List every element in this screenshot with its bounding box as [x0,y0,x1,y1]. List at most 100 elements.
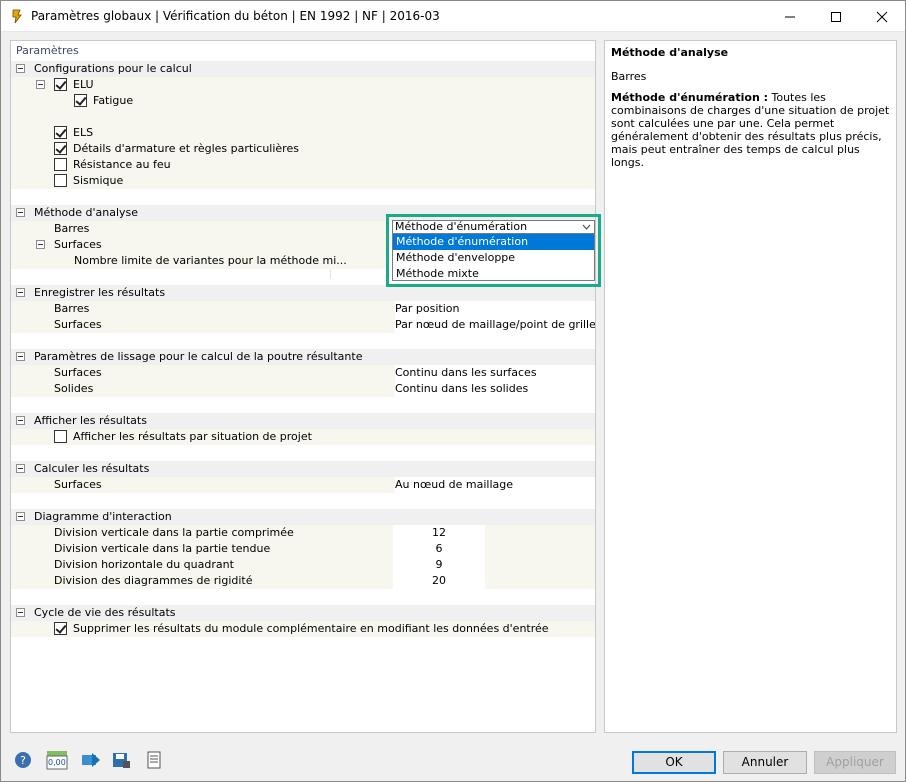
els-checkbox[interactable] [54,126,67,139]
sismique-checkbox[interactable] [54,174,67,187]
div1-value[interactable]: 12 [393,525,485,541]
cancel-button[interactable]: Annuler [723,751,807,774]
group-label: Configurations pour le calcul [34,62,192,75]
info-description: Méthode d'énumération : Toutes les combi… [611,91,890,169]
calc-surf-value[interactable]: Au nœud de maillage [395,477,595,493]
row-nombre[interactable]: Nombre limite de variantes pour la métho… [11,253,386,269]
import-button[interactable] [79,749,103,771]
info-subtitle: Barres [611,70,647,83]
afficher-label: Afficher les résultats par situation de … [73,430,312,443]
group-label: Méthode d'analyse [34,206,139,219]
row-liss-solides[interactable]: Solides Continu dans les solides [11,381,595,397]
maximize-icon [831,11,841,22]
fatigue-checkbox[interactable] [74,94,87,107]
save-icon [113,753,130,768]
row-fatigue[interactable]: Fatigue [11,93,595,109]
row-barres[interactable]: Barres [11,221,386,237]
nombre-label: Nombre limite de variantes pour la métho… [74,254,347,267]
group-label: Afficher les résultats [34,414,147,427]
collapse-icon[interactable] [16,352,25,361]
report-button[interactable] [143,749,167,771]
dialog-window: Paramètres globaux | Vérification du bét… [0,0,906,782]
row-spacer [11,109,595,125]
group-enregistrer[interactable]: Enregistrer les résultats [11,285,595,301]
parameters-panel: Paramètres Configurations pour le calcul… [10,40,596,733]
row-feu[interactable]: Résistance au feu [11,157,595,173]
title-bar[interactable]: Paramètres globaux | Vérification du bét… [1,1,905,32]
window-title: Paramètres globaux | Vérification du bét… [31,9,440,23]
group-calculer[interactable]: Calculer les résultats [11,461,595,477]
help-button[interactable]: ? [11,749,35,771]
liss-surf-value[interactable]: Continu dans les surfaces [395,365,595,381]
afficher-checkbox[interactable] [54,430,67,443]
close-icon [876,11,888,22]
save-button[interactable] [109,749,133,771]
div3-label: Division horizontale du quadrant [54,558,234,571]
details-checkbox[interactable] [54,142,67,155]
minimize-button[interactable] [767,1,813,32]
row-liss-surfaces[interactable]: Surfaces Continu dans les surfaces [11,365,595,381]
close-button[interactable] [859,1,905,32]
fatigue-label: Fatigue [93,94,134,107]
apply-button[interactable]: Appliquer [814,751,896,774]
enreg-barres-label: Barres [54,302,90,315]
feu-checkbox[interactable] [54,158,67,171]
collapse-icon[interactable] [16,288,25,297]
group-configurations[interactable]: Configurations pour le calcul [11,61,595,77]
row-els[interactable]: ELS [11,125,595,141]
div4-label: Division des diagrammes de rigidité [54,574,253,587]
row-surfaces[interactable]: Surfaces [11,237,386,253]
div2-value[interactable]: 6 [393,541,485,557]
ok-button[interactable]: OK [632,751,716,774]
row-calc-surfaces[interactable]: Surfaces Au nœud de maillage [11,477,595,493]
div2-label: Division verticale dans la partie tendue [54,542,271,555]
info-title: Méthode d'analyse [611,46,729,59]
div4-value[interactable]: 20 [393,573,485,589]
maximize-button[interactable] [813,1,859,32]
cycle-label: Supprimer les résultats du module complé… [73,622,549,635]
liss-sol-label: Solides [54,382,94,395]
row-cycle-cb[interactable]: Supprimer les résultats du module complé… [11,621,595,637]
enreg-barres-value[interactable]: Par position [395,301,595,317]
calc-surf-label: Surfaces [54,478,102,491]
row-div1[interactable]: Division verticale dans la partie compri… [11,525,595,541]
row-sismique[interactable]: Sismique [11,173,595,189]
panel-header: Paramètres [16,44,79,57]
row-enreg-barres[interactable]: Barres Par position [11,301,595,317]
collapse-icon[interactable] [36,80,45,89]
div3-value[interactable]: 9 [393,557,485,573]
import-icon [82,753,100,767]
div1-label: Division verticale dans la partie compri… [54,526,294,539]
collapse-icon[interactable] [16,608,25,617]
svg-text:?: ? [20,754,26,767]
units-value: 0,00 [48,758,66,767]
row-details[interactable]: Détails d'armature et règles particulièr… [11,141,595,157]
els-label: ELS [73,126,94,139]
group-cycle[interactable]: Cycle de vie des résultats [11,605,595,621]
enreg-surf-value[interactable]: Par nœud de maillage/point de grille [395,317,595,333]
collapse-icon[interactable] [16,464,25,473]
collapse-icon[interactable] [16,64,25,73]
row-div4[interactable]: Division des diagrammes de rigidité 20 [11,573,595,589]
liss-sol-value[interactable]: Continu dans les solides [395,381,595,397]
group-diagramme[interactable]: Diagramme d'interaction [11,509,595,525]
group-afficher[interactable]: Afficher les résultats [11,413,595,429]
row-elu[interactable]: ELU [11,77,595,93]
elu-checkbox[interactable] [54,78,67,91]
report-icon [147,751,161,769]
row-div3[interactable]: Division horizontale du quadrant 9 [11,557,595,573]
units-button[interactable]: 0,00 [45,749,69,771]
collapse-icon[interactable] [36,240,45,249]
collapse-icon[interactable] [16,512,25,521]
info-bold: Méthode d'énumération : [611,91,768,104]
row-afficher-cb[interactable]: Afficher les résultats par situation de … [11,429,595,445]
row-enreg-surfaces[interactable]: Surfaces Par nœud de maillage/point de g… [11,317,595,333]
group-lissage[interactable]: Paramètres de lissage pour le calcul de … [11,349,595,365]
cycle-checkbox[interactable] [54,622,67,635]
row-div2[interactable]: Division verticale dans la partie tendue… [11,541,595,557]
enreg-surf-label: Surfaces [54,318,102,331]
collapse-icon[interactable] [16,416,25,425]
collapse-icon[interactable] [16,208,25,217]
group-label: Paramètres de lissage pour le calcul de … [34,350,363,363]
highlight-frame [386,214,601,287]
